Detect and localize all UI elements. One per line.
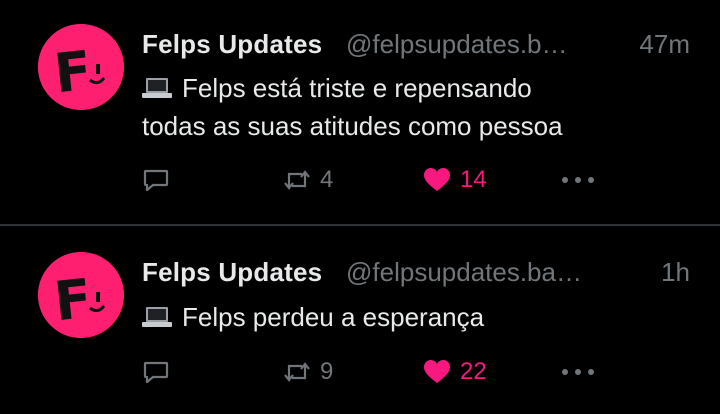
tweet-text-line: Felps está triste e repensando (142, 69, 702, 107)
avatar-logo: F (38, 24, 124, 110)
laptop-icon (142, 78, 172, 99)
avatar[interactable]: F (38, 252, 124, 338)
svg-text:F: F (51, 267, 94, 334)
more-icon (562, 369, 594, 375)
heart-icon (424, 168, 450, 191)
more-icon (562, 177, 594, 183)
author-handle[interactable]: @felpsupdates.b… (346, 26, 568, 62)
tweet-actions: 9 22 (142, 354, 612, 390)
avatar-logo: F (38, 252, 124, 338)
like-button[interactable]: 14 (422, 162, 487, 198)
reply-button[interactable] (142, 354, 170, 390)
retweet-button[interactable]: 4 (282, 162, 333, 198)
tweet-text: Felps está triste e repensando todas as … (142, 69, 702, 145)
tweet-header: Felps Updates @felpsupdates.b… 47m (142, 26, 690, 62)
author-handle[interactable]: @felpsupdates.ba… (346, 254, 582, 290)
avatar[interactable]: F (38, 24, 124, 110)
like-count: 22 (460, 358, 487, 385)
tweet-text: Felps perdeu a esperança (142, 298, 702, 336)
more-button[interactable] (560, 162, 596, 198)
tweet[interactable]: F Felps Updates @felpsupdates.b… 47m Fel… (0, 0, 720, 224)
heart-icon (424, 360, 450, 383)
retweet-count: 9 (320, 358, 334, 385)
reply-icon (143, 361, 169, 384)
like-count: 14 (460, 166, 487, 193)
reply-icon (143, 169, 169, 192)
retweet-icon (284, 170, 310, 190)
laptop-icon (142, 307, 172, 328)
tweet-header: Felps Updates @felpsupdates.ba… 1h (142, 254, 690, 290)
more-button[interactable] (560, 354, 596, 390)
tweet-actions: 4 14 (142, 162, 612, 198)
tweet-timestamp[interactable]: 47m (639, 26, 690, 62)
svg-text:F: F (51, 39, 94, 106)
retweet-icon (284, 362, 310, 382)
retweet-count: 4 (320, 166, 334, 193)
tweet-text-line: todas as suas atitudes como pessoa (142, 111, 563, 141)
reply-button[interactable] (142, 162, 170, 198)
tweet[interactable]: F Felps Updates @felpsupdates.ba… 1h Fel… (0, 226, 720, 414)
tweet-timestamp[interactable]: 1h (661, 254, 690, 290)
tweet-feed: F Felps Updates @felpsupdates.b… 47m Fel… (0, 0, 720, 414)
retweet-button[interactable]: 9 (282, 354, 333, 390)
author-name[interactable]: Felps Updates (142, 26, 322, 62)
like-button[interactable]: 22 (422, 354, 487, 390)
tweet-text-line: Felps perdeu a esperança (142, 298, 702, 336)
author-name[interactable]: Felps Updates (142, 254, 322, 290)
